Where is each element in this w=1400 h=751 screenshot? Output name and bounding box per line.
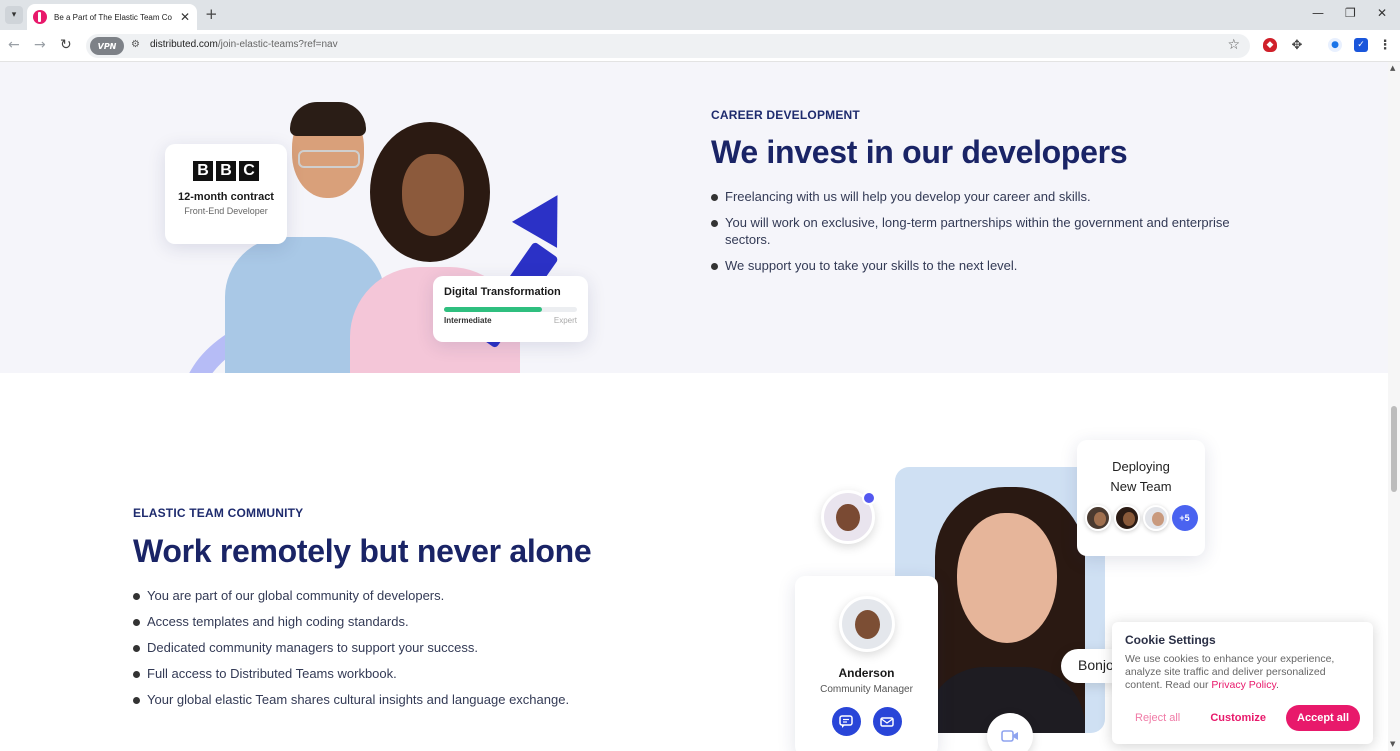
bbc-logo: B B C (165, 161, 287, 181)
deploy-title: Deploying New Team (1077, 457, 1205, 497)
bbc-logo-letter: C (239, 161, 259, 181)
community-eyebrow-text: ELASTIC TEAM COMMUNITY (133, 506, 304, 520)
skill-progress-bar (444, 307, 577, 312)
woman-face (957, 513, 1057, 643)
online-status-dot (862, 491, 876, 505)
man-photo-hair (290, 102, 366, 136)
video-call-button[interactable] (987, 713, 1033, 751)
community-manager-card: Anderson Community Manager (795, 576, 938, 751)
bbc-logo-letter: B (193, 161, 213, 181)
chat-icon (839, 714, 853, 728)
scrollbar-thumb[interactable] (1391, 406, 1397, 492)
forward-arrow-icon[interactable]: → (34, 37, 46, 53)
more-members-badge: +5 (1171, 505, 1198, 531)
back-arrow-icon[interactable]: ← (8, 37, 20, 53)
customize-button[interactable]: Customize (1200, 706, 1276, 730)
skill-progress-fill (444, 307, 543, 312)
browser-tab-active[interactable]: Be a Part of The Elastic Team Co ✕ (27, 4, 197, 30)
scroll-up-arrow-icon[interactable]: ▲ (1390, 64, 1395, 72)
manager-name: Anderson (838, 666, 895, 680)
list-item: Your global elastic Team shares cultural… (133, 691, 693, 708)
manager-role: Community Manager (820, 684, 913, 695)
avatar (1084, 505, 1111, 531)
restore-window-icon[interactable]: ❐ (1345, 6, 1356, 20)
chat-button[interactable] (831, 707, 861, 736)
privacy-policy-link[interactable]: Privacy Policy (1211, 679, 1276, 691)
avatar (1113, 505, 1140, 531)
skill-level-card: Digital Transformation Intermediate Expe… (433, 276, 588, 342)
cookie-description: We use cookies to enhance your experienc… (1125, 653, 1335, 691)
url-domain: distributed.com (150, 39, 218, 50)
accept-all-button[interactable]: Accept all (1286, 705, 1360, 731)
email-button[interactable] (872, 707, 902, 736)
video-camera-icon (1001, 730, 1018, 742)
bbc-logo-letter: B (216, 161, 236, 181)
site-favicon-icon (33, 10, 47, 24)
career-development-section: B B C 12-month contract Front-End Develo… (0, 62, 1388, 373)
avatar (1142, 505, 1169, 531)
ublock-extension-icon[interactable]: ◆ (1263, 38, 1277, 52)
list-item: Full access to Distributed Teams workboo… (133, 665, 693, 682)
career-eyebrow-text: CAREER DEVELOPMENT (711, 108, 860, 122)
skill-level-low: Intermediate (444, 316, 492, 325)
mail-icon (880, 716, 894, 727)
man-glasses (298, 150, 360, 168)
site-settings-icon[interactable]: ⚙ (131, 39, 140, 50)
tab-close-icon[interactable]: ✕ (180, 10, 190, 24)
community-eyebrow: ELASTIC TEAM COMMUNITY (133, 506, 303, 520)
browser-toolbar: ← → ↻ VPN ⚙ distributed.com/join-elastic… (0, 30, 1400, 62)
deploying-team-card: Deploying New Team +5 (1077, 440, 1205, 556)
career-heading: We invest in our developers (711, 134, 1128, 170)
deploy-title-line: New Team (1110, 479, 1172, 494)
woman-photo-head (402, 154, 464, 236)
reload-icon[interactable]: ↻ (60, 37, 72, 53)
url-path: /join-elastic-teams?ref=nav (217, 39, 338, 50)
profile-icon[interactable]: ● (1328, 38, 1342, 52)
extensions-puzzle-icon[interactable]: ✥ (1290, 38, 1304, 53)
cookie-settings-banner: Cookie Settings We use cookies to enhanc… (1112, 622, 1373, 744)
career-bullet-list: Freelancing with us will help you develo… (711, 188, 1271, 283)
browser-tab-strip: ▾ Be a Part of The Elastic Team Co ✕ + —… (0, 0, 1400, 30)
contract-role: Front-End Developer (184, 206, 268, 216)
deploy-title-line: Deploying (1112, 459, 1170, 474)
new-tab-icon[interactable]: + (205, 5, 218, 23)
browser-menu-icon[interactable]: ⋮ (1378, 38, 1392, 53)
avatar-face (854, 610, 880, 639)
community-heading: Work remotely but never alone (133, 533, 592, 569)
vpn-badge[interactable]: VPN (90, 37, 124, 55)
list-item: Freelancing with us will help you develo… (711, 188, 1271, 205)
skill-level-high: Expert (553, 316, 577, 325)
skill-title: Digital Transformation (444, 286, 561, 298)
list-item: We support you to take your skills to th… (711, 257, 1271, 274)
contract-length: 12-month contract (178, 191, 274, 203)
list-item: You are part of our global community of … (133, 587, 693, 604)
career-eyebrow: CAREER DEVELOPMENT (711, 108, 860, 122)
list-item: You will work on exclusive, long-term pa… (711, 214, 1271, 248)
url-text[interactable]: distributed.com/join-elastic-teams?ref=n… (150, 39, 338, 50)
shield-extension-icon[interactable]: ✓ (1354, 38, 1368, 52)
avatar-face (836, 503, 860, 532)
tab-search-dropdown-icon[interactable]: ▾ (5, 6, 23, 24)
bbc-contract-card: B B C 12-month contract Front-End Develo… (165, 144, 287, 244)
address-bar[interactable]: VPN ⚙ distributed.com/join-elastic-teams… (86, 34, 1250, 58)
team-avatar-stack: +5 (1077, 505, 1205, 531)
community-bullet-list: You are part of our global community of … (133, 587, 693, 717)
cookie-title: Cookie Settings (1125, 633, 1216, 647)
close-window-icon[interactable]: ✕ (1377, 6, 1387, 20)
reject-all-button[interactable]: Reject all (1125, 706, 1190, 730)
list-item: Dedicated community managers to support … (133, 639, 693, 656)
community-heading-wrap: Work remotely but never alone (133, 533, 592, 570)
scroll-down-arrow-icon[interactable]: ▼ (1390, 740, 1395, 748)
growth-arrow-icon (511, 182, 581, 248)
tab-title: Be a Part of The Elastic Team Co (54, 12, 172, 22)
anderson-avatar (839, 596, 895, 652)
bookmark-star-icon[interactable]: ☆ (1227, 37, 1240, 53)
minimize-window-icon[interactable]: — (1312, 6, 1324, 20)
career-heading-wrap: We invest in our developers (711, 134, 1128, 171)
list-item: Access templates and high coding standar… (133, 613, 693, 630)
